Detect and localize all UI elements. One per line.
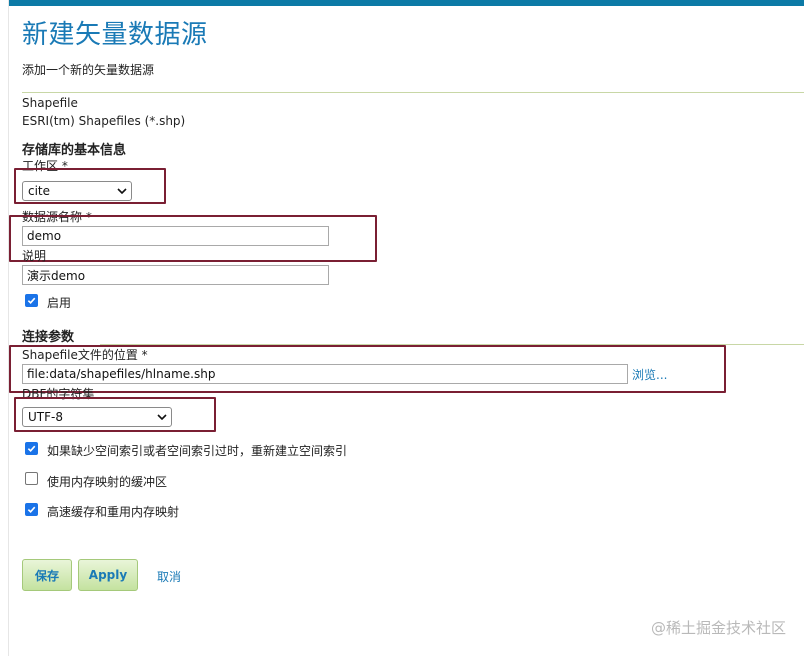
highlight-box-workspace <box>14 168 166 204</box>
connection-heading: 连接参数 <box>22 330 75 345</box>
save-button[interactable]: 保存 <box>22 559 72 591</box>
datasource-type-description: ESRI(tm) Shapefiles (*.shp) <box>22 114 186 128</box>
cancel-link[interactable]: 取消 <box>157 568 181 585</box>
page-title: 新建矢量数据源 <box>22 20 208 50</box>
description-label: 说明 <box>22 249 47 263</box>
highlight-box-name <box>9 215 377 262</box>
checkmark-icon <box>27 445 36 453</box>
top-bar <box>0 0 804 6</box>
checkmark-icon <box>27 506 36 514</box>
left-edge <box>0 0 9 656</box>
enabled-checkbox[interactable] <box>25 294 38 307</box>
description-value: 演示demo <box>27 268 86 283</box>
memory-mapped-buffer-checkbox[interactable] <box>25 472 38 485</box>
datasource-type-name: Shapefile <box>22 96 78 110</box>
basic-info-heading: 存储库的基本信息 <box>22 143 127 158</box>
memory-mapped-buffer-label: 使用内存映射的缓冲区 <box>47 475 168 489</box>
description-input[interactable]: 演示demo <box>22 265 329 285</box>
highlight-box-charset <box>14 397 216 432</box>
apply-button[interactable]: Apply <box>78 559 138 591</box>
rebuild-spatial-index-checkbox[interactable] <box>25 442 38 455</box>
checkmark-icon <box>27 297 36 305</box>
page-description: 添加一个新的矢量数据源 <box>22 63 155 77</box>
watermark: @稀土掘金技术社区 <box>650 619 786 637</box>
highlight-box-location <box>9 345 726 393</box>
rebuild-spatial-index-label: 如果缺少空间索引或者空间索引过时，重新建立空间索引 <box>47 444 348 458</box>
cache-memory-maps-label: 高速缓存和重用内存映射 <box>47 505 180 519</box>
divider <box>22 92 804 93</box>
cache-memory-maps-checkbox[interactable] <box>25 503 38 516</box>
enabled-label: 启用 <box>47 296 72 310</box>
